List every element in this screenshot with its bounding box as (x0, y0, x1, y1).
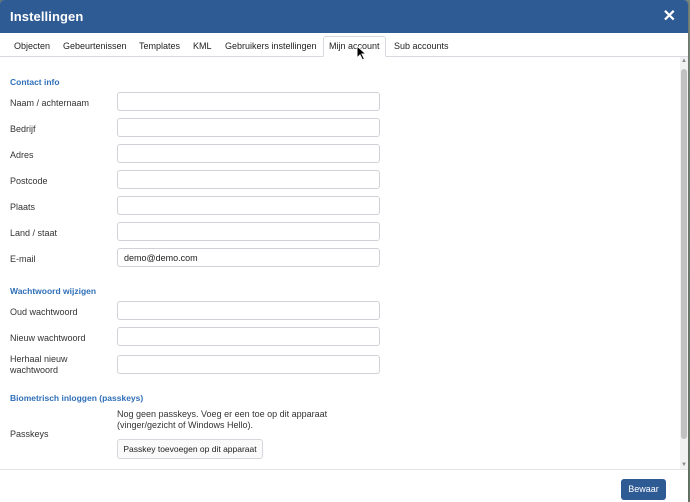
mouse-pointer-icon (356, 45, 368, 61)
account-form: Contact info Naam / achternaam Bedrijf A… (0, 57, 680, 469)
tab-mijn-account[interactable]: Mijn account (323, 36, 386, 57)
name-input[interactable] (117, 92, 380, 111)
new-password-input[interactable] (117, 327, 380, 346)
company-input[interactable] (117, 118, 380, 137)
tab-sub-accounts[interactable]: Sub accounts (389, 37, 454, 56)
dialog-titlebar: Instellingen ✕ (0, 0, 688, 33)
settings-dialog: Instellingen ✕ Objecten Gebeurtenissen T… (0, 0, 688, 502)
city-label: Plaats (10, 202, 36, 212)
new-password-label: Nieuw wachtwoord (10, 333, 86, 343)
close-icon[interactable]: ✕ (663, 6, 676, 26)
tab-gebruikers-instellingen[interactable]: Gebruikers instellingen (220, 37, 322, 56)
country-input[interactable] (117, 222, 380, 241)
repeat-password-input[interactable] (117, 355, 380, 374)
dialog-title: Instellingen (10, 9, 84, 24)
old-password-input[interactable] (117, 301, 380, 320)
email-input[interactable]: demo@demo.com (117, 248, 380, 267)
password-heading: Wachtwoord wijzigen (10, 286, 97, 296)
tab-bar: Objecten Gebeurtenissen Templates KML Ge… (0, 34, 688, 57)
name-label: Naam / achternaam (10, 98, 90, 108)
tab-objecten[interactable]: Objecten (9, 37, 55, 56)
add-passkey-button[interactable]: Passkey toevoegen op dit apparaat (117, 439, 263, 459)
repeat-password-label: Herhaal nieuw wachtwoord (10, 354, 68, 375)
old-password-label: Oud wachtwoord (10, 307, 78, 317)
scrollbar[interactable]: ▲ ▼ (680, 57, 688, 469)
company-label: Bedrijf (10, 124, 36, 134)
tab-gebeurtenissen[interactable]: Gebeurtenissen (58, 37, 132, 56)
address-label: Adres (10, 150, 34, 160)
scroll-down-arrow-icon[interactable]: ▼ (680, 461, 688, 469)
email-label: E-mail (10, 254, 36, 264)
dialog-footer: Bewaar (0, 469, 688, 502)
city-input[interactable] (117, 196, 380, 215)
contact-info-heading: Contact info (10, 77, 60, 87)
postcode-label: Postcode (10, 176, 48, 186)
postcode-input[interactable] (117, 170, 380, 189)
scroll-thumb[interactable] (681, 69, 687, 439)
biometric-heading: Biometrisch inloggen (passkeys) (10, 393, 144, 403)
tab-kml[interactable]: KML (188, 37, 217, 56)
address-input[interactable] (117, 144, 380, 163)
country-label: Land / staat (10, 228, 58, 238)
passkeys-note: Nog geen passkeys. Voeg er een toe op di… (117, 409, 328, 430)
tab-templates[interactable]: Templates (134, 37, 185, 56)
scroll-up-arrow-icon[interactable]: ▲ (680, 57, 688, 65)
passkeys-label: Passkeys (10, 429, 49, 439)
save-button[interactable]: Bewaar (621, 479, 666, 500)
